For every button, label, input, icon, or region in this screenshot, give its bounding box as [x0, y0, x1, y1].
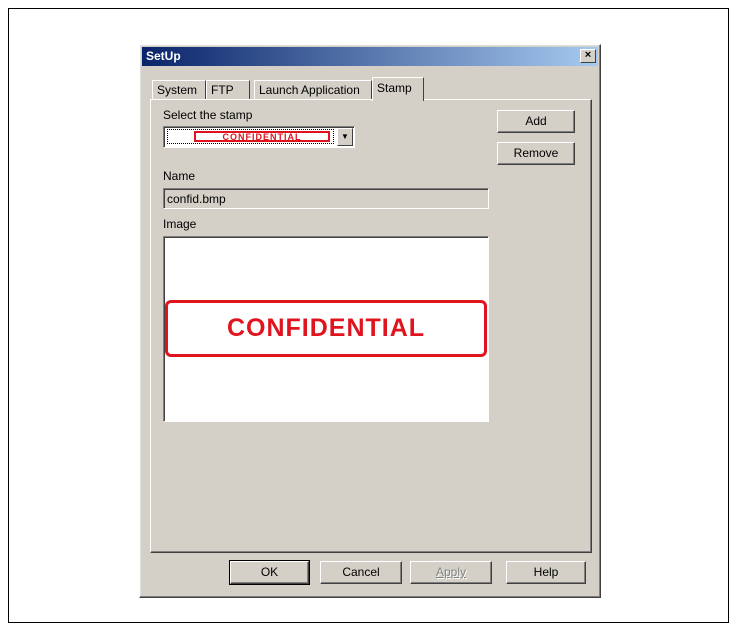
- stamp-preview-small: CONFIDENTIAL: [194, 131, 330, 142]
- add-button-label: Add: [525, 114, 547, 128]
- tab-system-label: System: [157, 83, 198, 97]
- help-button-label: Help: [533, 565, 559, 579]
- name-label: Name: [163, 169, 196, 183]
- tab-launch-application-label: Launch Application: [259, 83, 360, 97]
- close-icon: ×: [584, 49, 592, 61]
- help-button[interactable]: Help: [506, 561, 586, 584]
- name-field: confid.bmp: [163, 188, 489, 209]
- setup-dialog: SetUp × System FTP Launch Application St…: [139, 44, 601, 598]
- window-title: SetUp: [146, 49, 181, 63]
- close-button[interactable]: ×: [580, 49, 596, 63]
- name-value: confid.bmp: [167, 192, 226, 206]
- cancel-button-label: Cancel: [342, 565, 380, 579]
- cancel-button[interactable]: Cancel: [320, 561, 402, 584]
- image-label: Image: [163, 217, 197, 231]
- remove-button-label: Remove: [513, 146, 559, 160]
- tab-stamp-label: Stamp: [377, 81, 412, 95]
- apply-button-label: Apply: [435, 565, 467, 579]
- chevron-down-icon: ▼: [341, 132, 349, 141]
- apply-button[interactable]: Apply: [410, 561, 492, 584]
- select-stamp-label: Select the stamp: [163, 108, 253, 122]
- stamp-preview-large: CONFIDENTIAL: [165, 300, 487, 357]
- tab-launch-application[interactable]: Launch Application: [254, 80, 372, 99]
- stamp-image-preview: CONFIDENTIAL: [163, 236, 489, 422]
- stamp-select-value: CONFIDENTIAL: [167, 129, 334, 144]
- stamp-tab-panel: Select the stamp CONFIDENTIAL ▼ Add Remo…: [150, 99, 592, 553]
- remove-button[interactable]: Remove: [497, 142, 575, 165]
- ok-button-label: OK: [260, 565, 279, 579]
- stamp-select[interactable]: CONFIDENTIAL ▼: [163, 126, 355, 148]
- dropdown-button[interactable]: ▼: [337, 128, 353, 146]
- tab-ftp[interactable]: FTP: [206, 80, 250, 99]
- ok-button[interactable]: OK: [229, 560, 310, 585]
- tab-stamp[interactable]: Stamp: [372, 77, 424, 101]
- tab-system[interactable]: System: [152, 80, 206, 99]
- add-button[interactable]: Add: [497, 110, 575, 133]
- tab-ftp-label: FTP: [211, 83, 234, 97]
- title-bar[interactable]: SetUp ×: [142, 47, 598, 66]
